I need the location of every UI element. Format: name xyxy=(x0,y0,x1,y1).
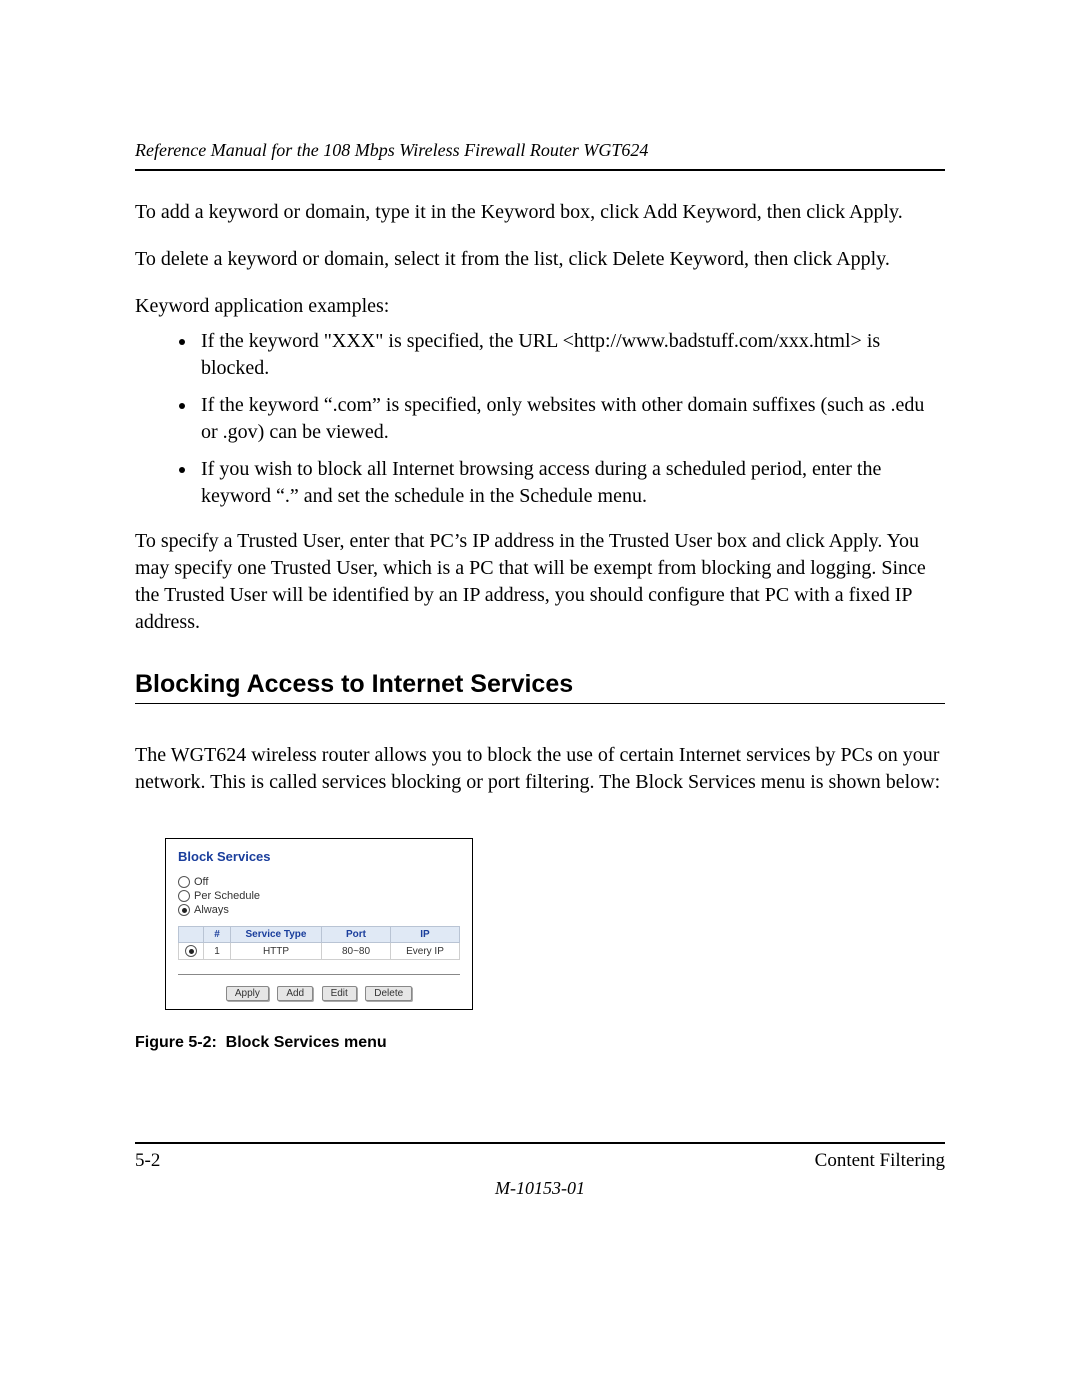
radio-off[interactable]: Off xyxy=(178,876,460,888)
cell-ip: Every IP xyxy=(391,943,460,960)
col-select xyxy=(179,927,204,943)
cell-num: 1 xyxy=(204,943,231,960)
button-row: Apply Add Edit Delete xyxy=(178,974,460,1001)
add-button[interactable]: Add xyxy=(277,986,313,1001)
figure-title: Block Services xyxy=(178,849,460,864)
list-item: If the keyword "XXX" is specified, the U… xyxy=(197,328,945,382)
header-rule xyxy=(135,169,945,171)
figure-block-services: Block Services Off Per Schedule Always #… xyxy=(165,838,473,1010)
footer-page-number: 5-2 xyxy=(135,1150,160,1172)
col-num: # xyxy=(204,927,231,943)
list-item: If you wish to block all Internet browsi… xyxy=(197,456,945,510)
examples-list: If the keyword "XXX" is specified, the U… xyxy=(135,328,945,510)
services-table: # Service Type Port IP 1 HTTP 80~80 Ever… xyxy=(178,926,460,960)
col-port: Port xyxy=(322,927,391,943)
paragraph-add-keyword: To add a keyword or domain, type it in t… xyxy=(135,199,945,226)
section-heading: Blocking Access to Internet Services xyxy=(135,670,945,699)
cell-service-type: HTTP xyxy=(231,943,322,960)
page: Reference Manual for the 108 Mbps Wirele… xyxy=(0,0,1080,1289)
delete-button[interactable]: Delete xyxy=(365,986,412,1001)
apply-button[interactable]: Apply xyxy=(226,986,269,1001)
table-header-row: # Service Type Port IP xyxy=(179,927,460,943)
col-service-type: Service Type xyxy=(231,927,322,943)
heading-rule xyxy=(135,703,945,704)
paragraph-delete-keyword: To delete a keyword or domain, select it… xyxy=(135,246,945,273)
radio-icon xyxy=(178,876,190,888)
cell-select[interactable] xyxy=(179,943,204,960)
table-row: 1 HTTP 80~80 Every IP xyxy=(179,943,460,960)
radio-always[interactable]: Always xyxy=(178,904,460,916)
radio-icon xyxy=(178,890,190,902)
radio-label: Always xyxy=(194,904,229,916)
radio-label: Per Schedule xyxy=(194,890,260,902)
radio-icon xyxy=(178,904,190,916)
footer-doc-number: M-10153-01 xyxy=(135,1178,945,1199)
list-item: If the keyword “.com” is specified, only… xyxy=(197,392,945,446)
paragraph-examples-intro: Keyword application examples: xyxy=(135,293,945,320)
cell-port: 80~80 xyxy=(322,943,391,960)
radio-icon xyxy=(185,945,197,957)
edit-button[interactable]: Edit xyxy=(322,986,357,1001)
radio-per-schedule[interactable]: Per Schedule xyxy=(178,890,460,902)
radio-label: Off xyxy=(194,876,208,888)
paragraph-trusted-user: To specify a Trusted User, enter that PC… xyxy=(135,528,945,636)
col-ip: IP xyxy=(391,927,460,943)
footer-section-name: Content Filtering xyxy=(815,1150,945,1172)
paragraph-services-intro: The WGT624 wireless router allows you to… xyxy=(135,742,945,796)
footer-line: 5-2 Content Filtering xyxy=(135,1150,945,1172)
figure-caption: Figure 5-2: Block Services menu xyxy=(135,1034,945,1052)
running-header: Reference Manual for the 108 Mbps Wirele… xyxy=(135,140,945,161)
footer-rule xyxy=(135,1142,945,1144)
